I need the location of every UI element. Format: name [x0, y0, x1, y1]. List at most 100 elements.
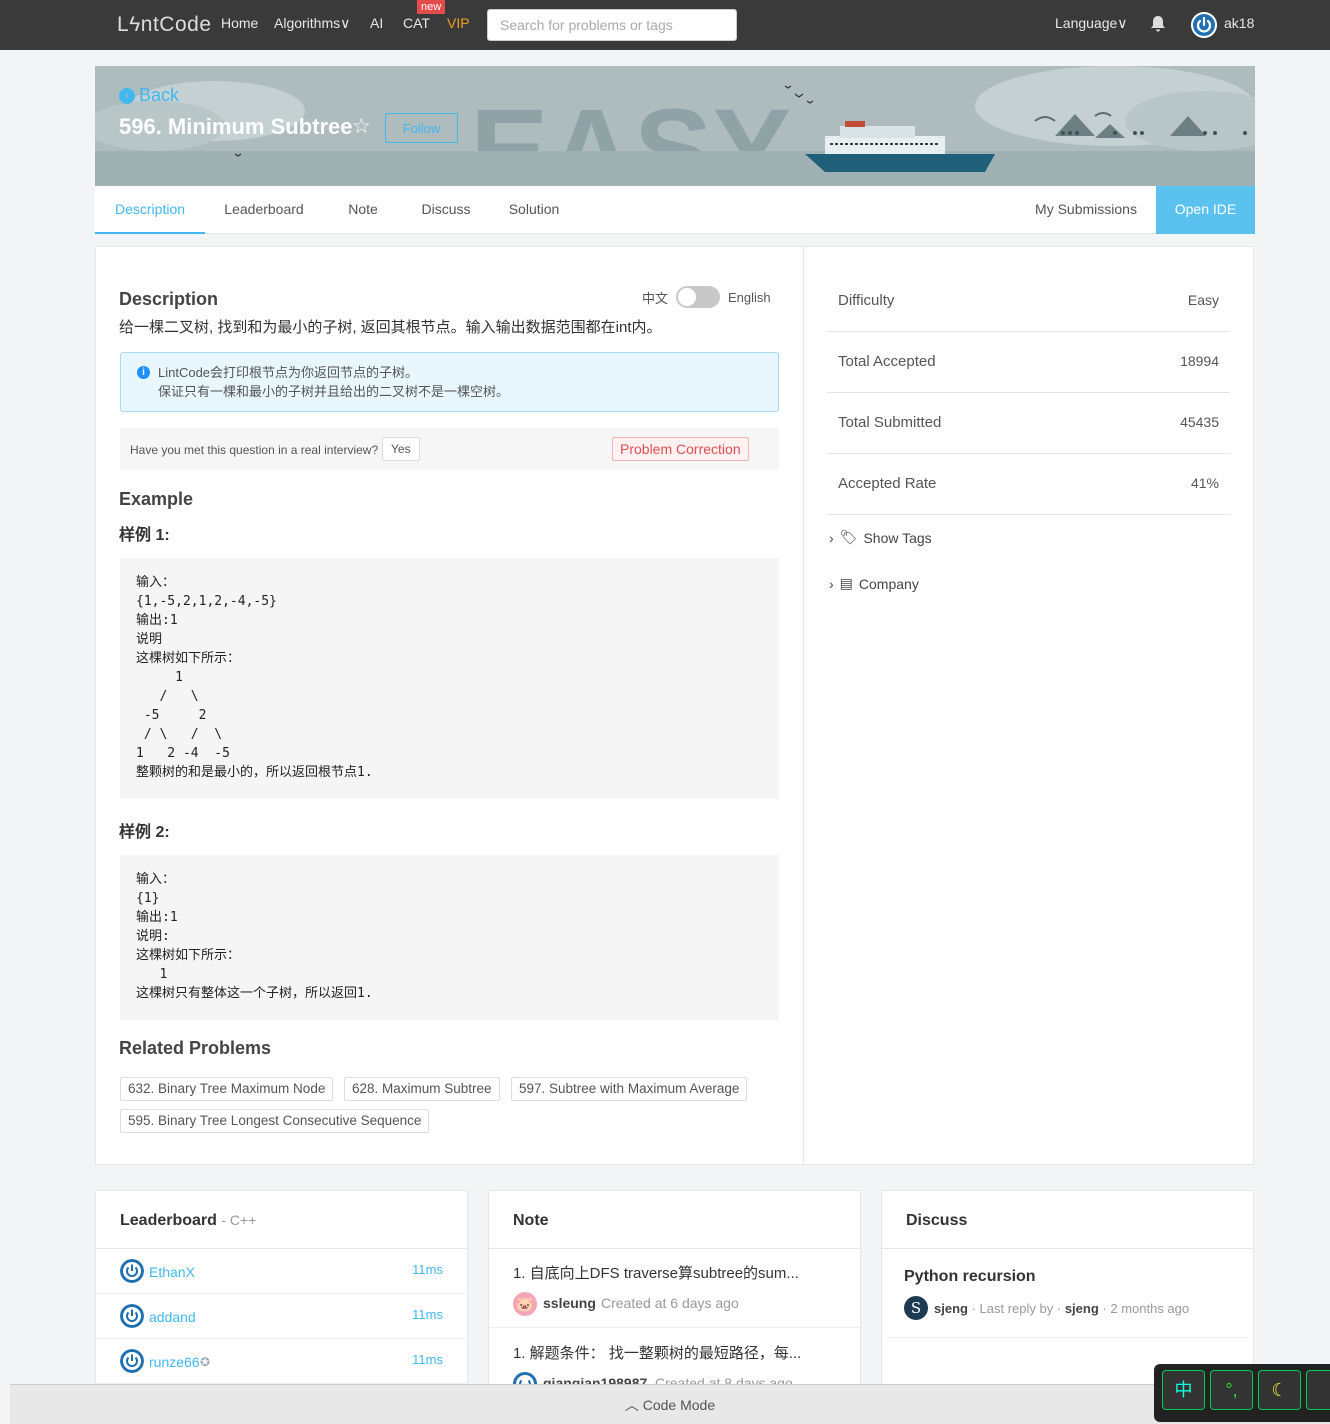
list-item[interactable]: 1. 自底向上DFS traverse算subtree的sum... 🐷 ssl…: [489, 1249, 860, 1328]
problem-tabs: Description Leaderboard Note Discuss Sol…: [95, 186, 1255, 234]
show-tags-toggle[interactable]: › 🏷 Show Tags: [829, 529, 932, 546]
stat-value: Easy: [1187, 292, 1219, 308]
leaderboard-user[interactable]: runze66: [149, 1354, 200, 1370]
example-heading: Example: [119, 489, 194, 509]
stat-total-submitted: Total Submitted 45435: [827, 393, 1230, 454]
leaderboard-time: 11ms: [412, 1352, 443, 1367]
back-link[interactable]: ‹ Back: [119, 85, 179, 106]
leaderboard-language: - C++: [221, 1212, 257, 1228]
interview-question: Have you met this question in a real int…: [130, 443, 379, 457]
discuss-reply-author[interactable]: sjeng: [1065, 1301, 1099, 1316]
stat-total-accepted: Total Accepted 18994: [827, 332, 1230, 393]
lintcode-logo[interactable]: LϟntCode: [117, 13, 212, 37]
chevron-right-icon: ›: [829, 575, 834, 592]
description-heading: Description: [119, 289, 219, 309]
tab-description[interactable]: Description: [95, 186, 205, 234]
example-1-label: 样例 1:: [119, 527, 170, 544]
chevron-right-icon: ›: [829, 529, 834, 546]
ime-moon-button[interactable]: ☾: [1258, 1370, 1301, 1410]
tab-note[interactable]: Note: [323, 186, 403, 234]
ime-skin-button[interactable]: [1306, 1370, 1330, 1410]
note-card-header[interactable]: Note: [489, 1191, 860, 1249]
leaderboard-time: 11ms: [412, 1307, 443, 1322]
note-title[interactable]: 1. 自底向上DFS traverse算subtree的sum...: [513, 1262, 799, 1283]
leaderboard-card-header: Leaderboard - C++: [96, 1191, 467, 1249]
nav-vip[interactable]: VIP: [447, 15, 470, 31]
table-row: addand 11ms: [96, 1294, 467, 1339]
column-divider: [803, 246, 804, 1165]
chevron-left-icon: ‹: [119, 87, 135, 104]
tag-icon: 🏷: [839, 529, 858, 545]
nav-home[interactable]: Home: [221, 15, 258, 31]
avatar: S: [904, 1296, 928, 1320]
discuss-meta: sjeng · Last reply by · sjeng · 2 months…: [934, 1301, 1189, 1316]
info-alert: i LintCode会打印根节点为你返回节点的子树。 保证只有一棵和最小的子树并…: [120, 352, 779, 412]
leaderboard-time: 11ms: [412, 1262, 443, 1277]
nav-ai[interactable]: AI: [370, 15, 383, 31]
note-title[interactable]: 1. 解题条件： 找一整颗树的最短路径，每...: [513, 1342, 801, 1363]
new-badge: new: [417, 0, 446, 14]
show-tags-label: Show Tags: [863, 529, 932, 546]
company-label: Company: [858, 575, 919, 592]
star-icon[interactable]: ☆: [352, 114, 371, 139]
stat-value: 18994: [1180, 353, 1219, 369]
info-line-1: LintCode会打印根节点为你返回节点的子树。: [158, 365, 419, 380]
code-mode-bar[interactable]: ︿ Code Mode: [10, 1384, 1330, 1424]
user-avatar[interactable]: [1191, 12, 1217, 38]
problem-title: 596. Minimum Subtree: [119, 114, 353, 139]
tab-solution[interactable]: Solution: [489, 186, 579, 234]
ime-zh-button[interactable]: 中: [1162, 1370, 1205, 1410]
open-ide-button[interactable]: Open IDE: [1156, 186, 1255, 234]
discuss-author[interactable]: sjeng: [934, 1301, 968, 1316]
related-problem[interactable]: 628. Maximum Subtree: [344, 1077, 500, 1101]
nav-cat[interactable]: CAT: [403, 15, 430, 31]
avatar: 🐷: [513, 1292, 537, 1316]
related-problem[interactable]: 632. Binary Tree Maximum Node: [120, 1077, 334, 1101]
stat-label: Total Submitted: [838, 414, 942, 431]
stat-label: Accepted Rate: [838, 475, 937, 492]
yes-button[interactable]: Yes: [382, 437, 420, 461]
language-toggle: 中文 English: [642, 286, 771, 308]
leaderboard-user[interactable]: EthanX: [149, 1264, 195, 1280]
avatar: [120, 1304, 144, 1328]
lang-en-label: English: [728, 289, 771, 305]
tab-leaderboard[interactable]: Leaderboard: [205, 186, 323, 234]
lang-zh-label: 中文: [642, 290, 669, 306]
stat-difficulty: Difficulty Easy: [827, 271, 1230, 332]
discuss-last-reply: · Last reply by ·: [971, 1301, 1062, 1316]
avatar: [120, 1349, 144, 1373]
related-problem[interactable]: 597. Subtree with Maximum Average: [511, 1077, 748, 1101]
follow-button[interactable]: Follow: [385, 113, 458, 143]
leaderboard-user[interactable]: addand: [149, 1309, 196, 1325]
info-line-2: 保证只有一棵和最小的子树并且给出的二叉树不是一棵空树。: [158, 384, 510, 399]
back-label: Back: [139, 85, 180, 105]
stat-value: 41%: [1190, 475, 1219, 491]
bell-icon[interactable]: [1149, 15, 1167, 33]
table-row: EthanX 11ms: [96, 1249, 467, 1294]
stat-accepted-rate: Accepted Rate 41%: [827, 454, 1230, 515]
note-author[interactable]: ssleung: [543, 1295, 596, 1311]
avatar: [120, 1259, 144, 1283]
language-dropdown[interactable]: Language∨: [1055, 15, 1128, 32]
leaderboard-title[interactable]: Leaderboard: [120, 1212, 217, 1229]
building-icon: ▤: [839, 575, 853, 591]
stat-label: Total Accepted: [838, 353, 936, 370]
discuss-card-header[interactable]: Discuss: [882, 1191, 1253, 1249]
chevron-up-icon: ︿: [624, 1397, 639, 1413]
related-problem[interactable]: 595. Binary Tree Longest Consecutive Seq…: [120, 1109, 430, 1133]
discuss-title[interactable]: Python recursion: [904, 1268, 1036, 1286]
company-toggle[interactable]: › ▤ Company: [829, 575, 919, 592]
example-2-code: 输入： {1} 输出:1 说明: 这棵树如下所示： 1 这棵树只有整体这一个子树…: [120, 855, 779, 1020]
ime-toolbar: 中 °, ☾: [1154, 1364, 1330, 1422]
lang-switch[interactable]: [676, 286, 721, 308]
list-item[interactable]: Python recursion S sjeng · Last reply by…: [887, 1249, 1248, 1338]
nav-algorithms[interactable]: Algorithms∨: [274, 15, 350, 32]
problem-correction-button[interactable]: Problem Correction: [612, 437, 749, 461]
tab-my-submissions[interactable]: My Submissions: [1019, 186, 1153, 234]
info-icon: i: [137, 366, 150, 379]
tab-discuss[interactable]: Discuss: [403, 186, 489, 234]
ime-punct-button[interactable]: °,: [1210, 1370, 1253, 1410]
search-input[interactable]: [487, 9, 737, 41]
medal-icon: ✪: [200, 1355, 211, 1369]
username[interactable]: ak18: [1224, 15, 1254, 31]
